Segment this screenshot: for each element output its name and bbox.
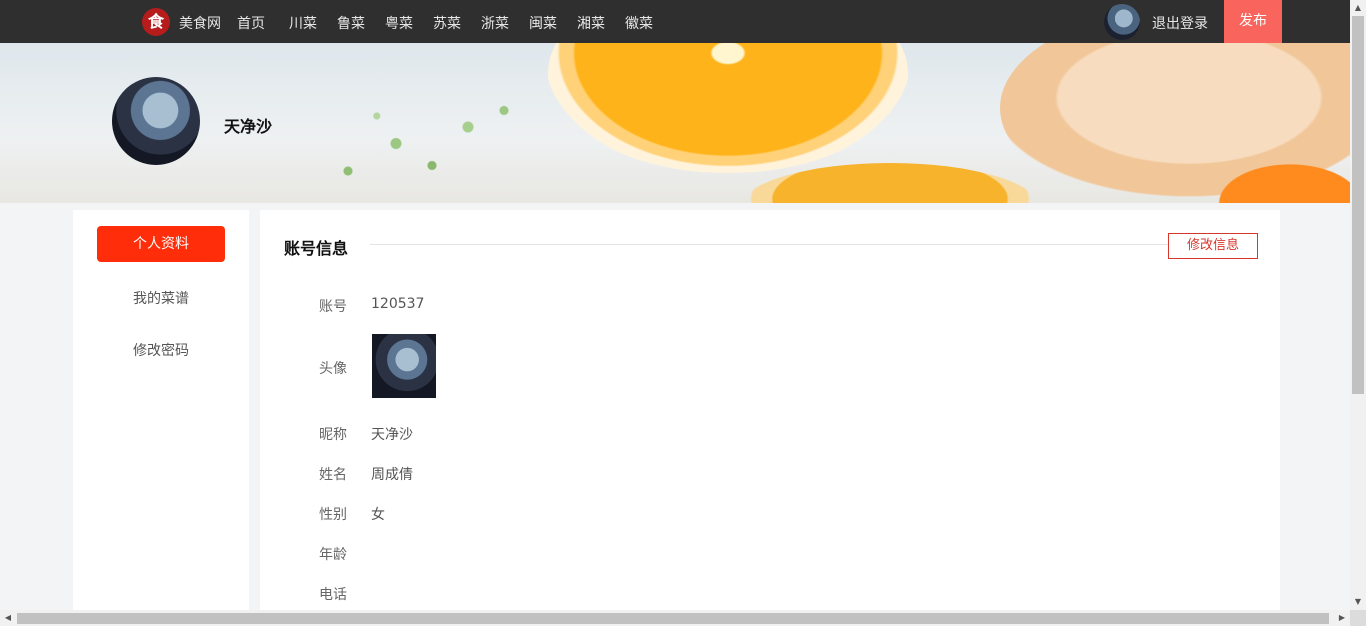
age-label: 年龄 <box>319 547 347 563</box>
scrollbar-corner <box>1350 610 1366 626</box>
nav-link-sichuan[interactable]: 川菜 <box>289 13 317 33</box>
account-value: 120537 <box>371 296 425 312</box>
logout-link[interactable]: 退出登录 <box>1152 13 1208 33</box>
banner-orange-slice <box>548 43 908 173</box>
arrow-right-icon[interactable]: ▶ <box>1334 610 1350 626</box>
account-info-card: 账号信息 修改信息 账号 120537 头像 昵称 天净沙 姓名 周成倩 性别 … <box>260 210 1280 610</box>
nav-link-hunan[interactable]: 湘菜 <box>577 13 605 33</box>
arrow-left-icon[interactable]: ◀ <box>0 610 16 626</box>
avatar-thumbnail <box>372 334 436 398</box>
arrow-down-icon[interactable]: ▼ <box>1350 594 1366 610</box>
nav-link-jiangsu[interactable]: 苏菜 <box>433 13 461 33</box>
vertical-scrollbar[interactable]: ▲ ▼ <box>1350 0 1366 610</box>
nav-link-fujian[interactable]: 闽菜 <box>529 13 557 33</box>
vertical-scroll-thumb[interactable] <box>1352 16 1364 394</box>
horizontal-scrollbar[interactable]: ◀ ▶ <box>0 610 1350 626</box>
edit-info-button[interactable]: 修改信息 <box>1168 233 1258 259</box>
nav-link-cantonese[interactable]: 粤菜 <box>385 13 413 33</box>
arrow-up-icon[interactable]: ▲ <box>1350 0 1366 16</box>
banner-orange-slice-lower <box>740 163 1040 203</box>
section-divider <box>370 244 1170 245</box>
user-avatar[interactable] <box>1104 4 1140 40</box>
horizontal-scroll-thumb[interactable] <box>17 613 1329 624</box>
menu-item-profile[interactable]: 个人资料 <box>97 226 225 262</box>
nickname-value: 天净沙 <box>371 427 413 443</box>
site-logo-icon[interactable]: 食 <box>142 8 170 36</box>
profile-avatar <box>112 77 200 165</box>
menu-item-my-recipes[interactable]: 我的菜谱 <box>73 288 249 308</box>
nav-link-shandong[interactable]: 鲁菜 <box>337 13 365 33</box>
gender-value: 女 <box>371 507 385 523</box>
profile-nickname: 天净沙 <box>224 117 273 136</box>
nav-links: 首页 川菜 鲁菜 粤菜 苏菜 浙菜 闽菜 湘菜 徽菜 <box>237 13 673 33</box>
nickname-label: 昵称 <box>319 427 347 443</box>
section-title: 账号信息 <box>284 239 349 258</box>
account-label: 账号 <box>319 299 347 315</box>
profile-banner: 天净沙 <box>0 43 1350 203</box>
banner-leaves-decoration <box>300 83 540 193</box>
menu-item-change-password[interactable]: 修改密码 <box>73 340 249 360</box>
publish-button[interactable]: 发布 <box>1224 0 1282 43</box>
nav-link-zhejiang[interactable]: 浙菜 <box>481 13 509 33</box>
nav-link-anhui[interactable]: 徽菜 <box>625 13 653 33</box>
nav-link-home[interactable]: 首页 <box>237 13 265 33</box>
profile-side-menu: 个人资料 我的菜谱 修改密码 <box>73 210 249 610</box>
realname-label: 姓名 <box>319 467 347 483</box>
gender-label: 性别 <box>319 507 347 523</box>
realname-value: 周成倩 <box>371 467 413 483</box>
avatar-label: 头像 <box>319 361 347 377</box>
top-nav: 食 美食网 首页 川菜 鲁菜 粤菜 苏菜 浙菜 闽菜 湘菜 徽菜 退出登录 发布 <box>0 0 1350 43</box>
phone-label: 电话 <box>319 587 347 603</box>
brand-name[interactable]: 美食网 <box>179 13 221 33</box>
